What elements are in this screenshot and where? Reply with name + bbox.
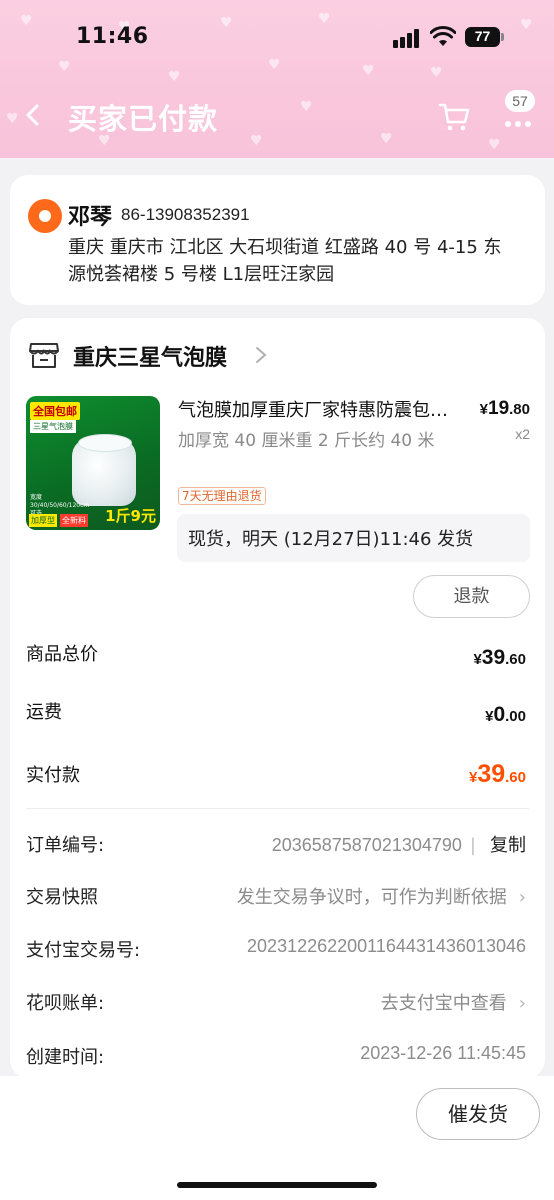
order-number-value: 2036587587021304790 <box>271 835 462 855</box>
paid-value: ¥39.60 <box>468 760 526 788</box>
cart-icon[interactable] <box>436 98 472 134</box>
shop-name[interactable]: 重庆三星气泡膜 <box>73 340 227 372</box>
status-time: 11:46 <box>76 24 149 49</box>
page-title: 买家已付款 <box>68 102 219 136</box>
address-line-2: 源悦荟裙楼 5 号楼 L1层旺汪家园 <box>68 264 335 285</box>
home-indicator <box>177 1182 377 1188</box>
navbar: 买家已付款 <box>0 86 554 146</box>
copy-button[interactable]: 复制 <box>490 835 526 856</box>
wifi-icon <box>430 26 456 46</box>
status-bar: 11:46 77 <box>0 0 554 76</box>
product-quantity: x2 <box>515 426 530 442</box>
total-value: ¥39.60 <box>473 646 526 669</box>
urge-shipping-button[interactable]: 催发货 <box>416 1088 540 1140</box>
alipay-trade-value: 2023122622001164431436013046 <box>247 936 526 956</box>
address-line-1: 重庆 重庆市 江北区 大石坝街道 红盛路 40 号 4-15 东 <box>68 237 502 258</box>
product-price: ¥19.80 <box>479 398 530 419</box>
shipping-text: 现货，明天 (12月27日)11:46 发货 <box>188 529 474 550</box>
battery-icon: 77 <box>465 27 505 47</box>
shipping-fee-label: 运费 <box>26 702 62 723</box>
product-image[interactable]: 全国包邮 三星气泡膜 宽度30/40/50/60/120cm可选 加厚型 全新料… <box>26 396 160 530</box>
huabei-label: 花呗账单: <box>26 993 105 1014</box>
order-number-label: 订单编号: <box>26 835 105 856</box>
store-icon <box>29 343 59 368</box>
battery-level: 77 <box>474 28 491 44</box>
snapshot-label: 交易快照 <box>26 887 98 908</box>
shipping-fee-value: ¥0.00 <box>485 703 526 726</box>
refund-button[interactable]: 退款 <box>413 575 530 618</box>
signal-icon <box>393 28 423 48</box>
address-card[interactable]: 邓琴 86-13908352391 重庆 重庆市 江北区 大石坝街道 红盛路 4… <box>10 175 545 305</box>
recipient-phone: 86-13908352391 <box>121 205 250 224</box>
paid-label: 实付款 <box>26 765 80 786</box>
shipping-info: 现货，明天 (12月27日)11:46 发货 <box>177 514 530 562</box>
snapshot-row[interactable]: 发生交易争议时，可作为判断依据 › <box>237 883 526 909</box>
recipient-name: 邓琴 <box>68 205 113 230</box>
order-card: 重庆三星气泡膜 全国包邮 三星气泡膜 宽度30/40/50/60/120cm可选… <box>10 318 545 1078</box>
alipay-trade-label: 支付宝交易号: <box>26 940 141 961</box>
chevron-right-icon: › <box>518 887 526 908</box>
location-pin-icon <box>28 199 62 233</box>
divider <box>26 808 529 809</box>
snapshot-value: 发生交易争议时，可作为判断依据 <box>236 887 507 908</box>
created-time-label: 创建时间: <box>26 1047 105 1068</box>
product-sku: 加厚宽 40 厘米重 2 斤长约 40 米 <box>178 431 435 451</box>
notification-badge: 57 <box>505 90 535 112</box>
return-policy-tag: 7天无理由退货 <box>178 487 266 505</box>
huabei-row[interactable]: 去支付宝中查看 › <box>381 989 526 1015</box>
chevron-right-icon: › <box>518 993 526 1014</box>
huabei-value: 去支付宝中查看 <box>380 993 507 1014</box>
bottom-action-bar: 催发货 <box>0 1076 554 1200</box>
total-label: 商品总价 <box>26 644 98 665</box>
bubble-roll-graphic <box>72 434 136 506</box>
back-icon[interactable] <box>18 100 48 130</box>
chevron-right-icon[interactable] <box>254 344 268 366</box>
created-time-value: 2023-12-26 11:45:45 <box>360 1043 526 1063</box>
product-title[interactable]: 气泡膜加厚重庆厂家特惠防震包装泡沫 <box>178 396 460 422</box>
order-number-row: 2036587587021304790 | 复制 <box>271 835 526 856</box>
